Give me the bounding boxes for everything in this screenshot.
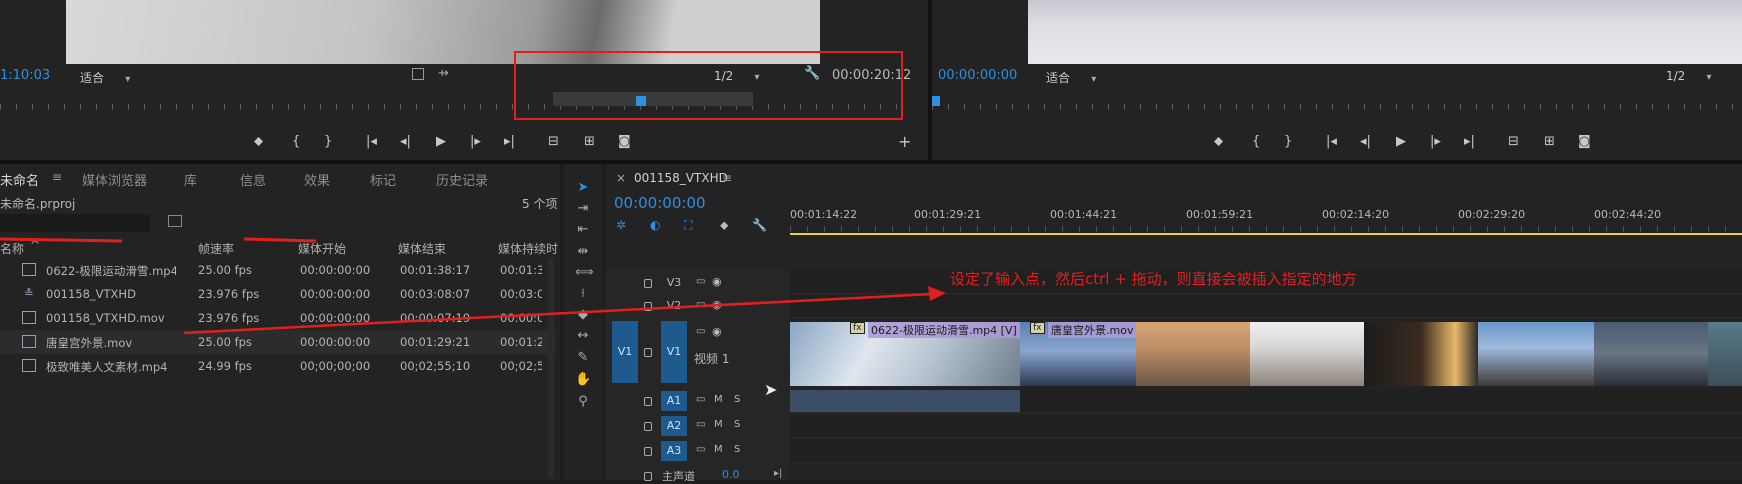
mouse-cursor-icon: ➤: [764, 380, 778, 399]
annotation-arrow: [0, 237, 946, 335]
